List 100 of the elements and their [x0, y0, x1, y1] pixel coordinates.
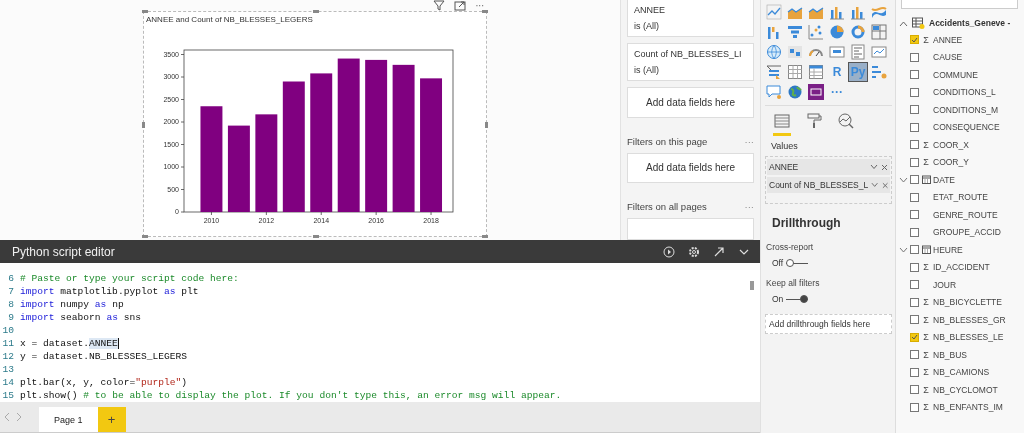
drop-zone[interactable]: Add data fields here — [627, 152, 754, 183]
toggle-switch[interactable] — [786, 259, 809, 267]
resize-handle[interactable] — [313, 10, 319, 13]
kpi-icon[interactable] — [870, 43, 888, 61]
field-name[interactable]: COMMUNE — [933, 69, 978, 80]
toggle-switch[interactable] — [786, 295, 809, 303]
field-name[interactable]: COOR_Y — [933, 157, 969, 168]
custom-visual-icon[interactable] — [807, 83, 825, 101]
treemap-icon[interactable] — [870, 23, 888, 41]
page-tab[interactable]: Page 1 — [39, 407, 98, 432]
run-icon[interactable] — [663, 245, 675, 258]
checkbox[interactable] — [910, 385, 919, 395]
resize-handle[interactable] — [313, 235, 319, 238]
chevron-down-icon[interactable] — [870, 164, 878, 170]
filter-card[interactable]: ANNEE is (All) — [627, 0, 754, 37]
donut-chart-icon[interactable] — [849, 23, 867, 41]
field-name[interactable]: ETAT_ROUTE — [933, 192, 988, 203]
checkbox[interactable] — [910, 367, 919, 377]
multi-row-card-icon[interactable] — [849, 43, 867, 61]
checkbox[interactable] — [910, 70, 919, 80]
fields-icon[interactable] — [773, 112, 791, 136]
resize-handle[interactable] — [142, 10, 148, 13]
field-name[interactable]: GENRE_ROUTE — [933, 209, 998, 220]
card-icon[interactable] — [828, 43, 846, 61]
checkbox[interactable] — [910, 262, 919, 272]
checkbox[interactable] — [910, 105, 919, 115]
checkbox[interactable] — [910, 140, 919, 150]
expand-arrow-icon[interactable] — [713, 245, 725, 258]
checkbox[interactable] — [910, 35, 919, 45]
previous-page-icon[interactable] — [3, 412, 11, 422]
resize-handle[interactable] — [485, 122, 488, 128]
key-influencers-icon[interactable] — [870, 63, 888, 81]
field-name[interactable]: NB_BLESSES_GR — [933, 314, 1006, 325]
resize-handle[interactable] — [142, 122, 145, 128]
table-name[interactable]: Accidents_Geneve - — [929, 18, 1011, 28]
search-field[interactable] — [901, 0, 1018, 9]
field-name[interactable]: ANNEE — [933, 34, 963, 45]
funnel-chart-icon[interactable] — [786, 23, 804, 41]
field-name[interactable]: CAUSE — [933, 52, 963, 63]
field-name[interactable]: HEURE — [933, 244, 963, 255]
close-icon[interactable] — [881, 163, 888, 171]
checkbox[interactable] — [910, 87, 919, 97]
add-page-button[interactable]: + — [97, 407, 126, 432]
pie-chart-icon[interactable] — [828, 23, 846, 41]
field-name[interactable]: JOUR — [933, 279, 957, 290]
field-name[interactable]: NB_CAMIONS — [933, 367, 990, 378]
checkbox[interactable] — [910, 52, 919, 62]
settings-icon[interactable] — [688, 245, 700, 258]
globe-icon[interactable] — [765, 43, 783, 61]
field-name[interactable]: GROUPE_ACCID — [933, 227, 1001, 238]
focus-mode-icon[interactable] — [454, 0, 467, 11]
close-icon[interactable] — [881, 181, 888, 189]
resize-handle[interactable] — [482, 235, 488, 238]
drop-zone[interactable]: Add data fields here — [627, 87, 754, 118]
matrix-icon[interactable] — [807, 63, 825, 81]
table-icon[interactable] — [786, 63, 804, 81]
chevron-up-icon[interactable] — [899, 19, 908, 27]
code-line: # Paste or type your script code here: — [20, 272, 239, 285]
checkbox[interactable] — [910, 122, 919, 132]
line-chart-icon[interactable] — [765, 3, 783, 21]
checkbox[interactable] — [910, 157, 919, 167]
filled-map-icon[interactable] — [786, 43, 804, 61]
earth-icon[interactable] — [786, 83, 804, 101]
more-options[interactable]: ··· — [475, 0, 484, 11]
checkbox[interactable] — [910, 297, 919, 307]
field-name[interactable]: CONSEQUENCE — [933, 122, 1000, 133]
field-name[interactable]: NB_ENFANTS_IM — [933, 402, 1003, 413]
drop-zone[interactable]: Add drillthrough fields here — [765, 314, 892, 334]
resize-handle[interactable] — [482, 10, 488, 13]
checkbox[interactable] — [910, 280, 919, 290]
checkbox[interactable] — [910, 245, 919, 255]
resize-handle[interactable] — [142, 235, 148, 238]
checkbox[interactable] — [910, 227, 919, 237]
slicer-icon[interactable] — [765, 63, 783, 81]
checkbox[interactable] — [910, 332, 919, 342]
field-name[interactable]: NB_CYCLOMOT — [933, 384, 998, 395]
next-page-icon[interactable] — [15, 412, 23, 422]
field-name[interactable]: NB_BUS — [933, 349, 967, 360]
filter-icon[interactable] — [433, 0, 446, 11]
checkbox[interactable] — [910, 210, 919, 220]
chevron-down-icon[interactable] — [899, 176, 908, 183]
checkbox[interactable] — [910, 402, 919, 412]
scrollbar-thumb[interactable] — [750, 281, 754, 290]
filter-card[interactable]: Count of NB_BLESSES_LI is (All) — [627, 43, 754, 81]
checkbox[interactable] — [910, 315, 919, 325]
field-pill[interactable]: Count of NB_BLESSES_L — [767, 177, 890, 193]
checkbox[interactable] — [910, 192, 919, 202]
chevron-down-icon[interactable] — [899, 246, 908, 253]
field-name[interactable]: DATE — [933, 174, 956, 185]
field-pill[interactable]: ANNEE — [767, 159, 890, 175]
checkbox[interactable] — [910, 175, 919, 185]
field-name[interactable]: COOR_X — [933, 139, 969, 150]
field-name[interactable]: ID_ACCIDENT — [933, 262, 990, 273]
scatter-chart-icon[interactable] — [807, 23, 825, 41]
field-name[interactable]: NB_BLESSES_LE — [933, 332, 1004, 343]
field-name[interactable]: NB_BICYCLETTE — [933, 297, 1002, 308]
speech-bubble-icon[interactable] — [765, 83, 783, 101]
checkbox[interactable] — [910, 350, 919, 360]
field-name[interactable]: CONDITIONS_L — [933, 87, 996, 98]
field-name[interactable]: CONDITIONS_M — [933, 104, 999, 115]
